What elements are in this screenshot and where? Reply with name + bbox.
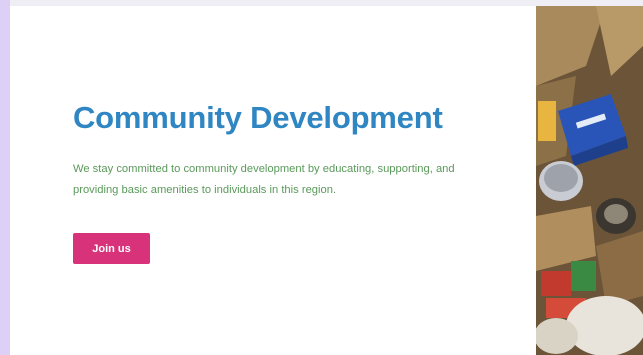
food-donation-box-photo [536, 6, 643, 355]
hero-title: Community Development [73, 100, 443, 135]
join-us-button[interactable]: Join us [73, 233, 150, 264]
hero-section: Community Development We stay committed … [10, 6, 536, 355]
left-edge-strip [0, 0, 10, 355]
hero-description: We stay committed to community developme… [73, 163, 455, 196]
